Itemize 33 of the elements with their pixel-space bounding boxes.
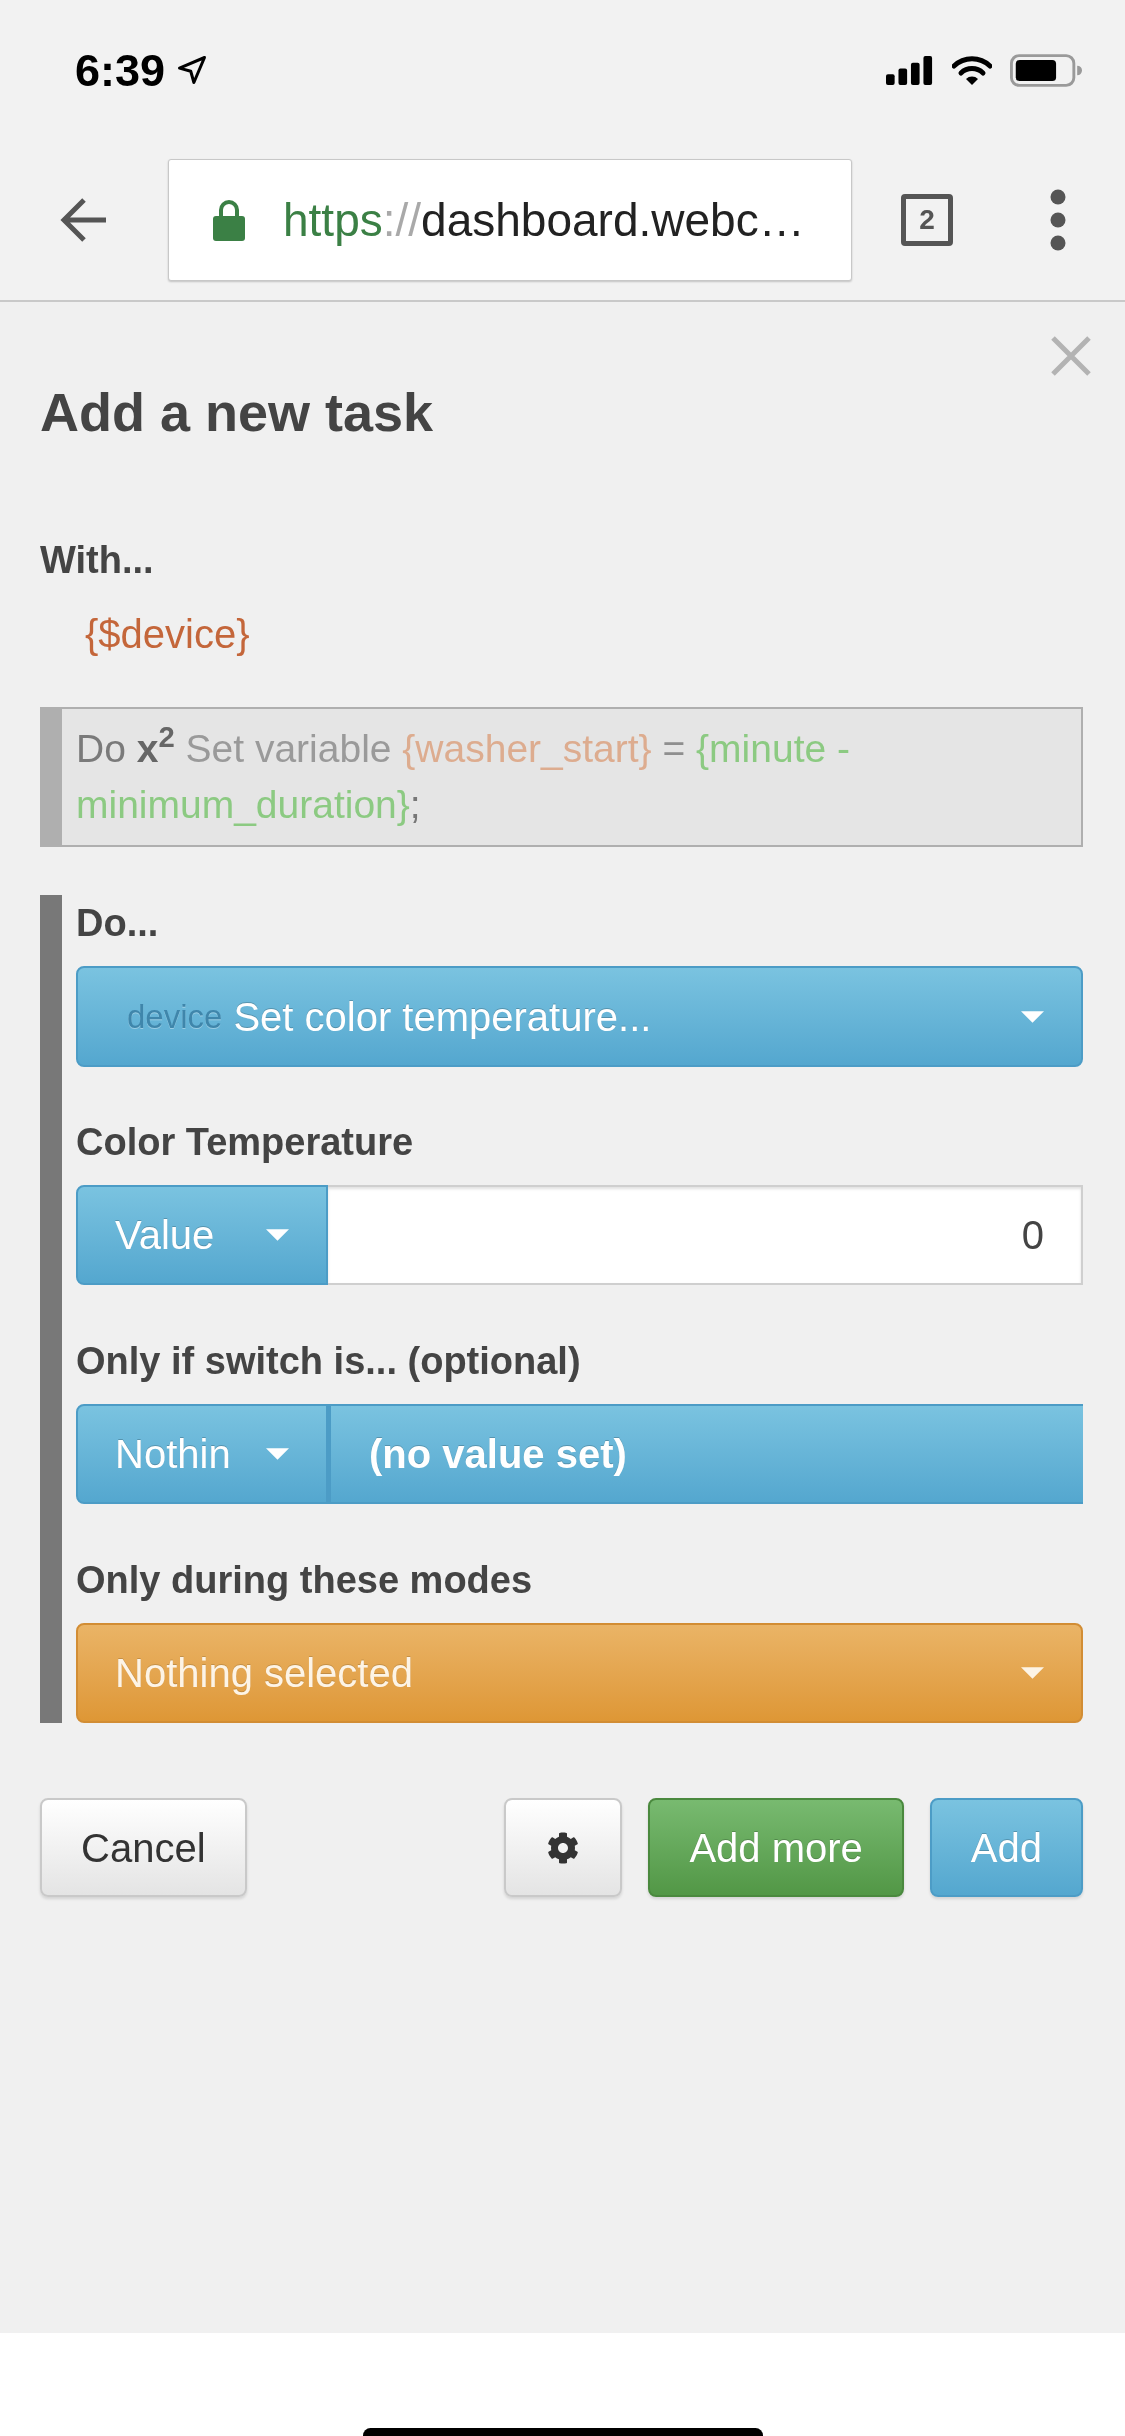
add-button[interactable]: Add	[929, 1798, 1083, 1897]
field-label: Only if switch is... (optional)	[76, 1339, 582, 1383]
dialog-title: Add a new task	[40, 382, 434, 442]
caret-icon	[1021, 1010, 1044, 1023]
add-more-button[interactable]: Add more	[648, 1798, 904, 1897]
lock-icon	[213, 199, 245, 241]
switch-value-button[interactable]: (no value set)	[328, 1404, 1083, 1504]
cancel-button[interactable]: Cancel	[40, 1798, 247, 1897]
mode-dropdown[interactable]: Nothin	[76, 1404, 328, 1504]
mode-dropdown[interactable]: Value	[76, 1185, 328, 1285]
menu-icon	[1050, 189, 1066, 251]
signal-icon	[886, 55, 934, 85]
gear-icon	[547, 1831, 580, 1864]
previous-step-text: Do x$^{2}$ Set variable {washer_start} = {minute - minimum_duration};	[76, 721, 851, 828]
value-input[interactable]: 0	[328, 1185, 1083, 1285]
field-label: Only during these modes	[76, 1558, 534, 1602]
field-label: Color Temperature	[76, 1120, 415, 1164]
field-label: Do...	[76, 901, 160, 945]
device-variable: {$device}	[85, 611, 250, 658]
modes-dropdown[interactable]: Nothing selected	[76, 1623, 1083, 1723]
caret-icon	[1021, 1667, 1044, 1679]
status-time: 6:39	[75, 47, 166, 93]
wifi-icon	[952, 55, 992, 85]
caret-icon	[266, 1448, 289, 1460]
close-icon	[1051, 336, 1091, 376]
with-label: With...	[40, 538, 154, 582]
location-arrow-icon	[177, 55, 208, 85]
tab-count-button[interactable]: 2	[901, 194, 953, 246]
caret-icon	[266, 1229, 289, 1241]
menu-button[interactable]	[1050, 189, 1066, 251]
settings-button[interactable]	[504, 1798, 623, 1897]
address-bar[interactable]: https://dashboard.webc…	[168, 159, 852, 281]
battery-icon	[1010, 53, 1082, 87]
